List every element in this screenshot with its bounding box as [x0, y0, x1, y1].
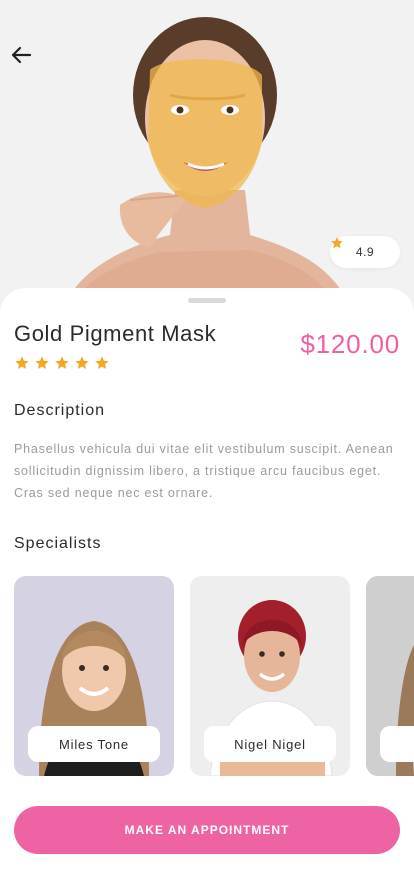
star-icon: [15, 356, 29, 369]
specialist-card[interactable]: Gi: [366, 576, 414, 776]
specialist-name: Nigel Nigel: [204, 726, 336, 762]
back-button[interactable]: [10, 44, 36, 70]
star-icon: [35, 356, 49, 369]
product-photo: [0, 0, 414, 320]
make-appointment-button[interactable]: MAKE AN APPOINTMENT: [14, 806, 400, 854]
specialist-card[interactable]: Miles Tone: [14, 576, 174, 776]
star-icon: [331, 237, 343, 249]
arrow-left-icon: [11, 46, 32, 64]
description-text: Phasellus vehicula dui vitae elit vestib…: [14, 442, 394, 500]
product-title: Gold Pigment Mask: [14, 321, 217, 346]
specialist-name: Gi: [380, 726, 414, 762]
rating-value: 4.9: [355, 245, 375, 259]
sheet-handle[interactable]: [188, 298, 226, 303]
star-rating: [14, 355, 110, 371]
specialists-heading: Specialists: [14, 535, 102, 552]
specialist-name: Miles Tone: [28, 726, 160, 762]
description-heading: Description: [14, 402, 106, 419]
hero-image: 4.9: [0, 0, 414, 320]
detail-sheet: Gold Pigment Mask $120.00 Description Ph…: [0, 288, 414, 896]
specialists-carousel[interactable]: Miles Tone Nigel Nigel: [14, 576, 414, 776]
star-icon: [95, 356, 109, 369]
specialist-card[interactable]: Nigel Nigel: [190, 576, 350, 776]
rating-badge: 4.9: [330, 236, 400, 268]
star-icon: [75, 356, 89, 369]
product-price: $120.00: [300, 329, 400, 359]
star-icon: [55, 356, 69, 369]
